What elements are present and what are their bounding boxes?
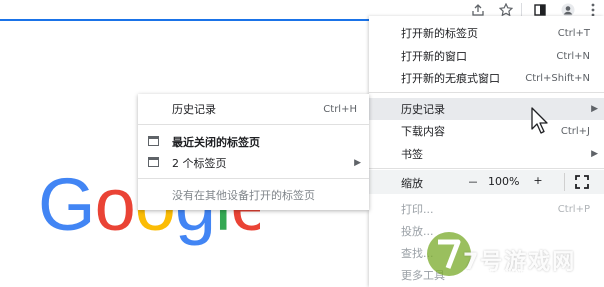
menu-item-new-tab[interactable]: 打开新的标签页 Ctrl+T [369,22,604,44]
menu-item-shortcut: Ctrl+Shift+N [525,72,590,84]
chevron-right-icon: ▶ [591,104,598,114]
zoom-out-button[interactable]: － [466,174,480,190]
tab-icon [148,136,159,146]
menu-item-shortcut: Ctrl+T [557,27,590,39]
menu-item-label: 历史记录 [401,103,445,116]
submenu-item-other-devices: 没有在其他设备打开的标签页 [138,184,369,206]
zoom-row: 缩放 － 100% + [369,170,604,194]
submenu-item-history[interactable]: 历史记录 Ctrl+H [138,98,369,120]
menu-item-label: 打开新的窗口 [401,50,467,63]
mouse-cursor-icon [531,107,548,134]
menu-item-label: 下载内容 [401,125,445,138]
menu-item-label: 打开新的标签页 [401,27,478,40]
menu-divider [369,168,604,169]
menu-item-shortcut: Ctrl+J [560,125,590,137]
menu-item-label: 书签 [401,148,423,161]
menu-divider [369,92,604,93]
submenu-item-recently-closed[interactable]: 最近关闭的标签页 [138,131,369,153]
watermark: xiayx.com 7号游戏网 7HAOYOUXIWANG [425,210,604,287]
menu-item-new-incognito-window[interactable]: 打开新的无痕式窗口 Ctrl+Shift+N [369,67,604,89]
submenu-divider [138,178,369,179]
watermark-subtext: 7HAOYOUXIWANG [463,269,526,277]
menu-item-bookmarks[interactable]: 书签 ▶ [369,143,604,165]
logo-letter-g1: G [38,168,95,246]
submenu-item-label: 最近关闭的标签页 [172,136,260,149]
history-submenu: 历史记录 Ctrl+H 最近关闭的标签页 2 个标签页 ▶ 没有在其他设备打开的… [138,94,369,210]
logo-letter-o1: o [95,168,135,246]
submenu-divider [138,124,369,125]
watermark-url: xiayx.com [547,230,594,240]
zoom-divider [564,173,565,191]
chevron-right-icon: ▶ [591,149,598,159]
loading-bar [0,19,386,21]
menu-item-label: 打开新的无痕式窗口 [401,72,500,85]
fullscreen-icon[interactable] [573,173,591,191]
zoom-label: 缩放 [401,177,423,190]
submenu-item-label: 2 个标签页 [172,157,227,170]
menu-item-new-window[interactable]: 打开新的窗口 Ctrl+N [369,45,604,67]
toolbar-divider [521,3,522,17]
submenu-item-label: 没有在其他设备打开的标签页 [172,189,315,202]
menu-item-history[interactable]: 历史记录 ▶ [369,98,604,120]
zoom-level: 100% [488,175,520,188]
menu-item-shortcut: Ctrl+N [556,50,590,62]
zoom-in-button[interactable]: + [531,174,545,187]
menu-item-downloads[interactable]: 下载内容 Ctrl+J [369,120,604,142]
chevron-right-icon: ▶ [354,158,361,168]
tab-icon [148,157,159,167]
submenu-item-label: 历史记录 [172,103,216,116]
submenu-item-2-tabs[interactable]: 2 个标签页 ▶ [138,152,369,174]
submenu-item-shortcut: Ctrl+H [323,103,357,115]
